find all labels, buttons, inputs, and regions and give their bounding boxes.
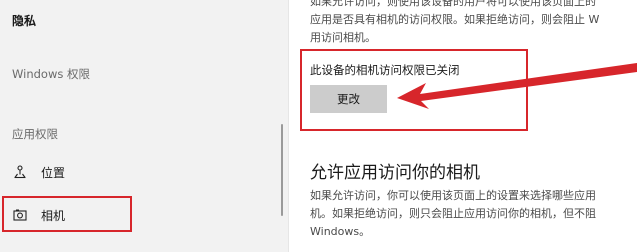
desc-line: 如果允许访问，你可以使用该页面上的设置来选择哪些应用 [310,189,596,202]
app-access-description: 如果允许访问，你可以使用该页面上的设置来选择哪些应用 机。如果拒绝访问，则只会阻… [310,187,637,241]
desc-line: 机。如果拒绝访问，则只会阻止应用访问你的相机，但不阻 [310,207,596,220]
app-access-heading: 允许应用访问你的相机 [310,163,480,183]
desc-line: Windows。 [310,225,371,238]
